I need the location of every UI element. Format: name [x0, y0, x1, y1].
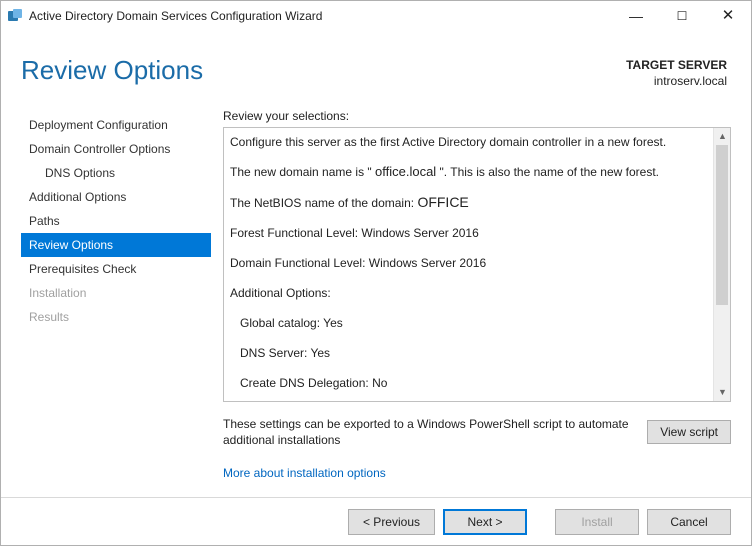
page-title: Review Options	[21, 55, 626, 89]
more-about-installation-link[interactable]: More about installation options	[223, 466, 731, 480]
view-script-button[interactable]: View script	[647, 420, 731, 444]
target-server-label: TARGET SERVER	[626, 57, 727, 73]
sidebar-item-additional-options[interactable]: Additional Options	[21, 185, 211, 209]
close-button[interactable]: ✕	[705, 1, 751, 31]
install-button: Install	[555, 509, 639, 535]
review-line: The new domain name is "	[230, 165, 375, 179]
sidebar-item-paths[interactable]: Paths	[21, 209, 211, 233]
target-server-value: introserv.local	[626, 73, 727, 89]
review-line: Additional Options:	[230, 285, 710, 301]
main-panel: Review your selections: Configure this s…	[211, 109, 731, 497]
review-line: Create DNS Delegation: No	[230, 375, 710, 391]
sidebar-item-dns-options[interactable]: DNS Options	[21, 161, 211, 185]
minimize-button[interactable]: —	[613, 1, 659, 31]
next-button[interactable]: Next >	[443, 509, 527, 535]
review-text-content: Configure this server as the first Activ…	[224, 128, 712, 401]
review-selections-label: Review your selections:	[223, 109, 731, 123]
review-line: ". This is also the name of the new fore…	[436, 165, 659, 179]
target-server-block: TARGET SERVER introserv.local	[626, 55, 727, 89]
sidebar-item-domain-controller-options[interactable]: Domain Controller Options	[21, 137, 211, 161]
review-domain-name: office.local	[375, 164, 436, 179]
scrollbar[interactable]: ▲ ▼	[713, 128, 730, 401]
footer: < Previous Next > Install Cancel	[1, 497, 751, 545]
review-line: Global catalog: Yes	[230, 315, 710, 331]
review-textarea[interactable]: Configure this server as the first Activ…	[223, 127, 731, 402]
export-description: These settings can be exported to a Wind…	[223, 416, 647, 448]
app-icon	[7, 8, 23, 24]
review-line: The NetBIOS name of the domain:	[230, 196, 417, 210]
review-line: Domain Functional Level: Windows Server …	[230, 255, 710, 271]
sidebar-item-prerequisites-check[interactable]: Prerequisites Check	[21, 257, 211, 281]
cancel-button[interactable]: Cancel	[647, 509, 731, 535]
review-line: Configure this server as the first Activ…	[230, 135, 666, 149]
review-netbios-name: OFFICE	[417, 194, 468, 210]
scrollbar-thumb[interactable]	[716, 145, 728, 305]
review-line: Forest Functional Level: Windows Server …	[230, 225, 710, 241]
scroll-down-icon[interactable]: ▼	[714, 384, 731, 401]
title-bar: Active Directory Domain Services Configu…	[1, 1, 751, 31]
previous-button[interactable]: < Previous	[348, 509, 435, 535]
sidebar-item-review-options[interactable]: Review Options	[21, 233, 211, 257]
sidebar-item-deployment-configuration[interactable]: Deployment Configuration	[21, 113, 211, 137]
sidebar: Deployment Configuration Domain Controll…	[21, 109, 211, 497]
maximize-button[interactable]: ☐	[659, 1, 705, 31]
review-line: DNS Server: Yes	[230, 345, 710, 361]
export-row: These settings can be exported to a Wind…	[223, 416, 731, 448]
scroll-up-icon[interactable]: ▲	[714, 128, 731, 145]
header: Review Options TARGET SERVER introserv.l…	[1, 31, 751, 97]
window-title: Active Directory Domain Services Configu…	[29, 9, 322, 23]
body: Deployment Configuration Domain Controll…	[1, 97, 751, 497]
sidebar-item-results: Results	[21, 305, 211, 329]
sidebar-item-installation: Installation	[21, 281, 211, 305]
